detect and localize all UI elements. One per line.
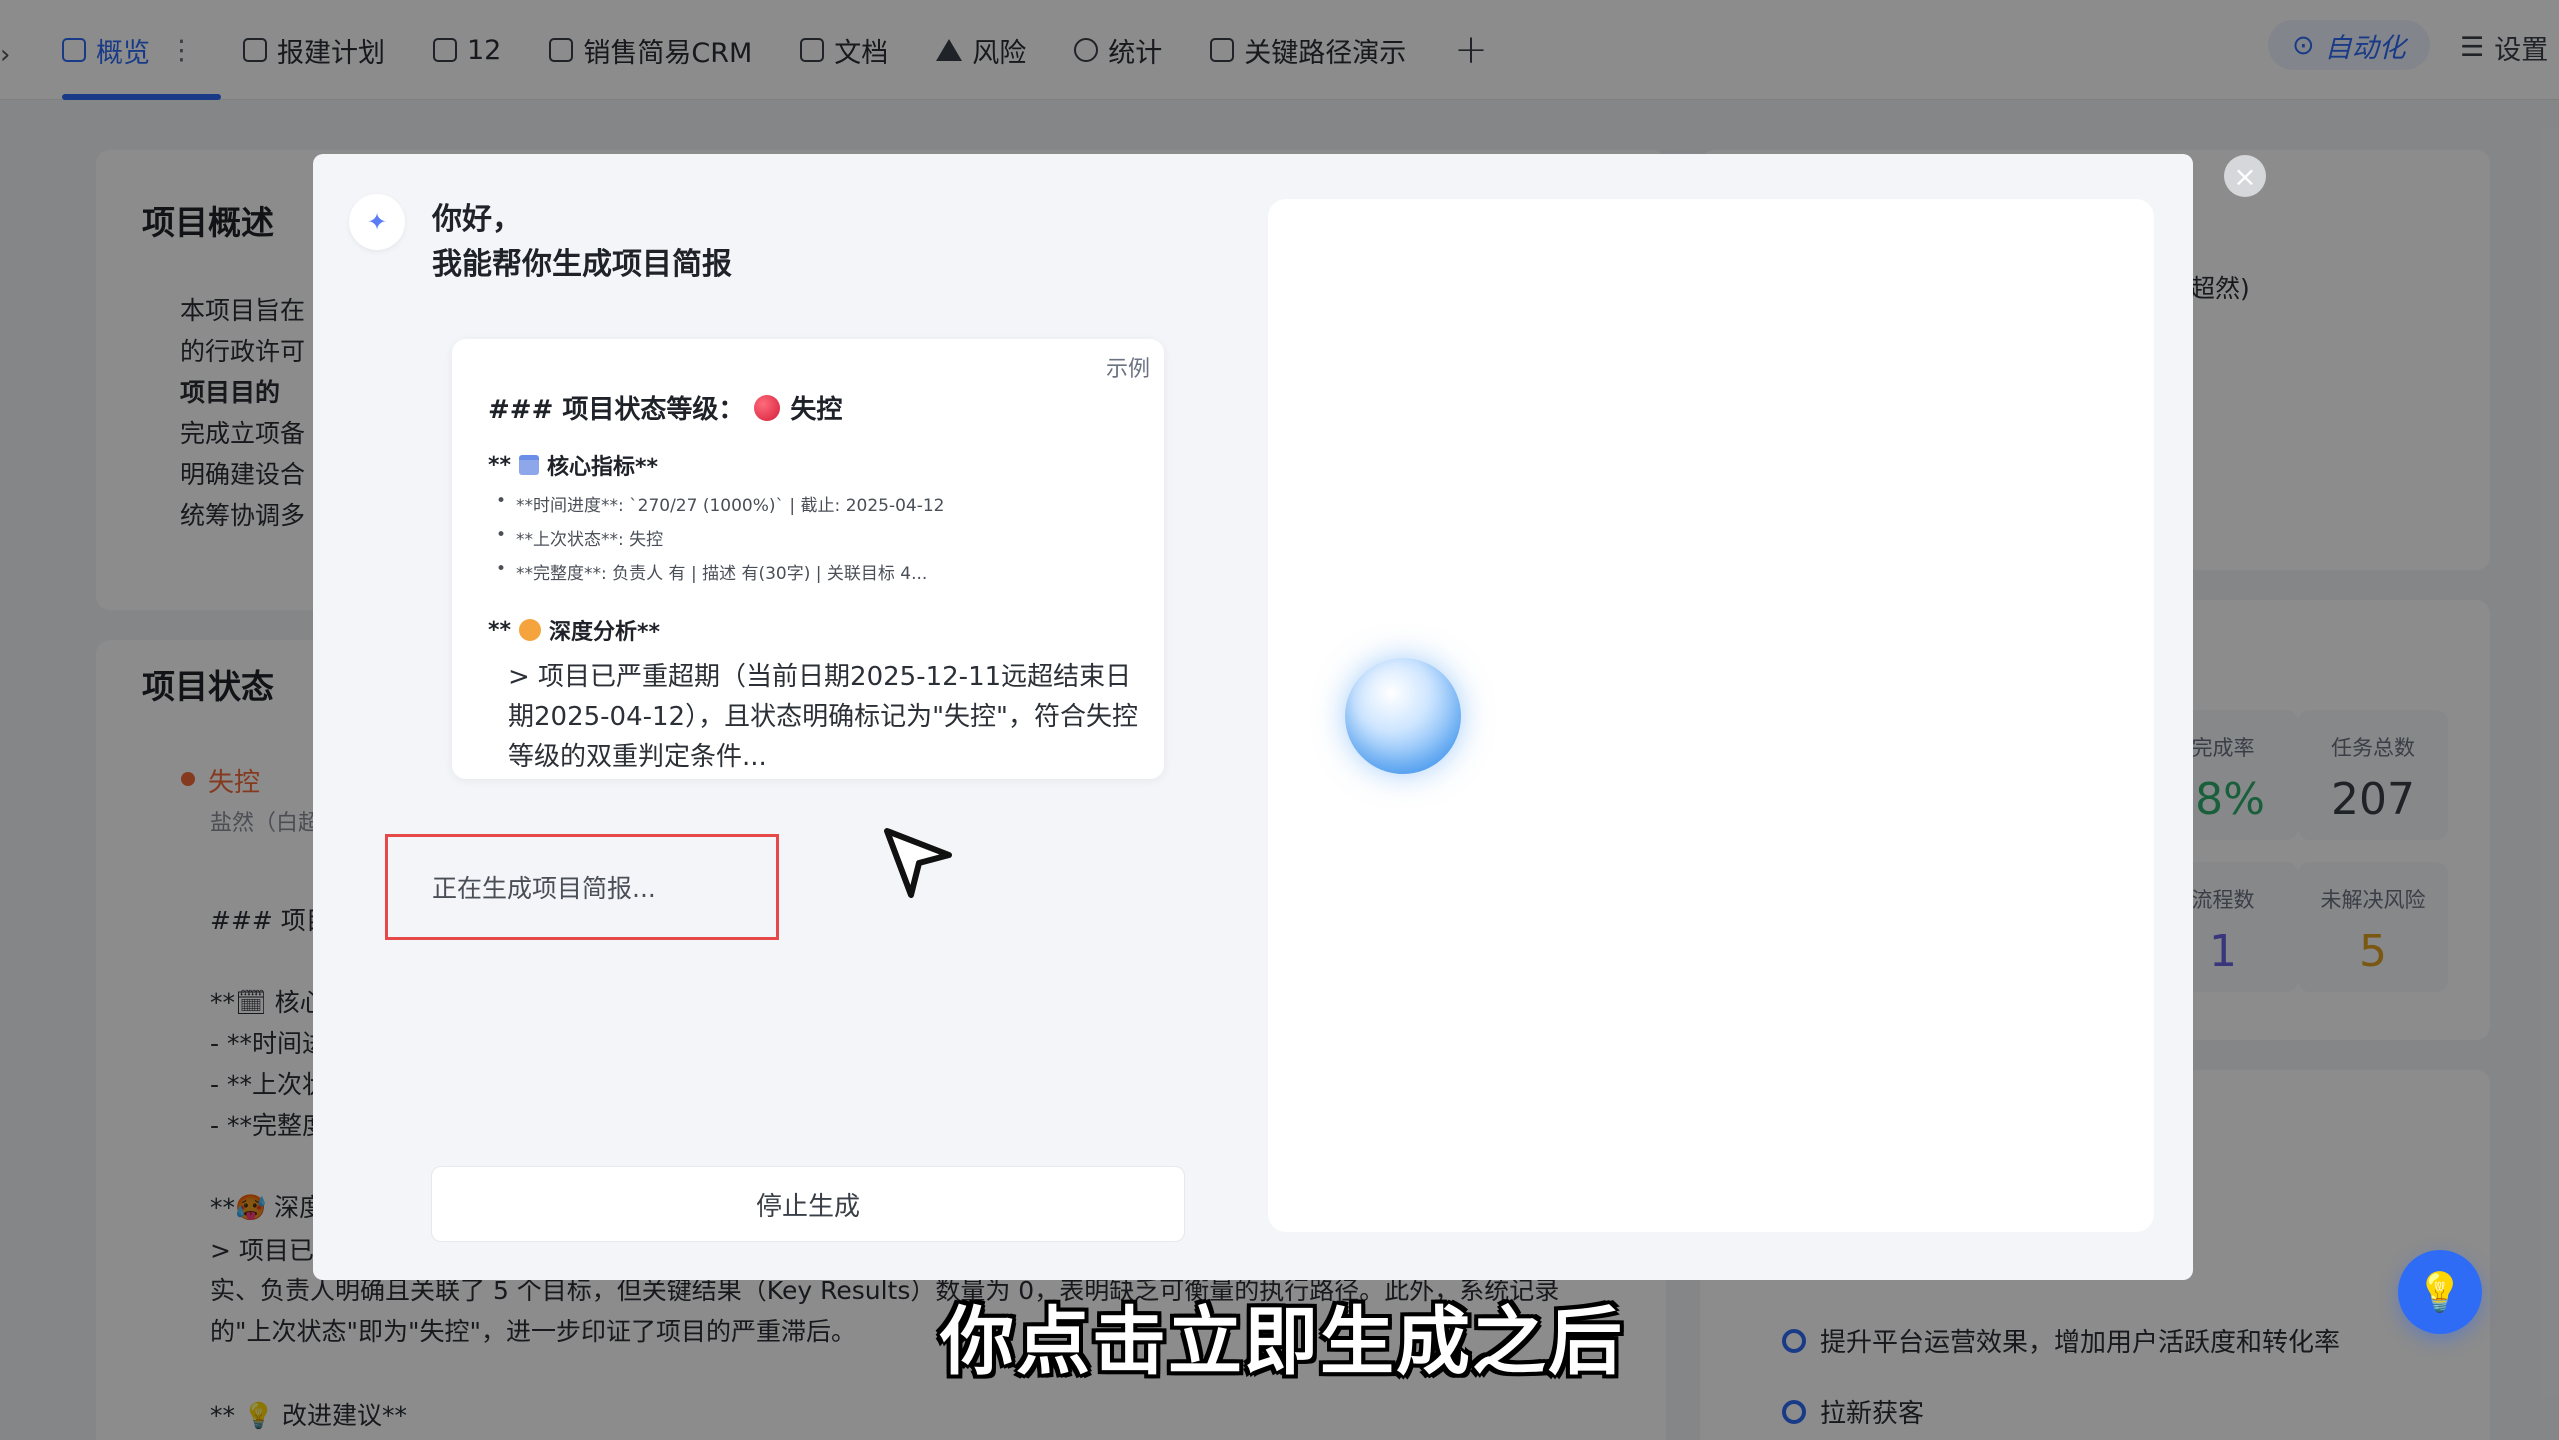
mouse-cursor-icon (884, 828, 952, 898)
example-tag: 示例 (1105, 357, 1150, 382)
metric-item: **时间进度**: `270/27 (1000%)` | 截止: 2025-04… (496, 491, 944, 516)
analysis-prefix: ** (488, 617, 512, 643)
example-heading-text: ### 项目状态等级： (488, 395, 745, 425)
analysis-text: > 项目已严重超期（当前日期2025-12-11远超结束日期2025-04-12… (508, 662, 1139, 772)
assistant-fab-button[interactable]: 💡 (2398, 1250, 2482, 1334)
example-heading: ### 项目状态等级： 失控 (488, 389, 842, 426)
metrics-prefix: ** (488, 452, 512, 478)
example-card: 示例 ### 项目状态等级： 失控 ** 核心指标** **时间进度**: `2… (452, 339, 1164, 779)
ai-sparkle-icon: ✦ (349, 194, 405, 250)
greeting-line-2: 我能帮你生成项目简报 (432, 247, 732, 282)
greeting-line-1: 你好， (432, 202, 522, 237)
close-modal-button[interactable]: × (2224, 155, 2266, 197)
example-heading-value: 失控 (790, 395, 843, 425)
lightbulb-icon: 💡 (2416, 1269, 2464, 1314)
metric-item: **完整度**: 负责人 有 | 描述 有(30字) | 关联目标 4... (496, 559, 927, 584)
close-icon: × (2233, 159, 2257, 193)
loading-orb-icon (1345, 658, 1461, 774)
analysis-title-text: 深度分析** (549, 620, 661, 645)
calendar-icon (519, 455, 540, 475)
red-circle-icon (754, 394, 781, 421)
metric-item: **上次状态**: 失控 (496, 525, 663, 550)
stop-generation-label: 停止生成 (755, 1191, 860, 1222)
project-brief-modal: ✦ 你好， 我能帮你生成项目简报 示例 ### 项目状态等级： 失控 ** 核心… (313, 154, 2193, 1280)
hot-face-icon (519, 619, 542, 641)
video-subtitle: 你点击立即生成之后 (940, 1299, 1624, 1385)
metrics-title: ** 核心指标** (488, 449, 658, 481)
generating-status: 正在生成项目简报... (385, 834, 779, 940)
stop-generation-button[interactable]: 停止生成 (431, 1166, 1185, 1242)
analysis-title: ** 深度分析** (488, 614, 660, 646)
metrics-title-text: 核心指标** (547, 455, 659, 480)
